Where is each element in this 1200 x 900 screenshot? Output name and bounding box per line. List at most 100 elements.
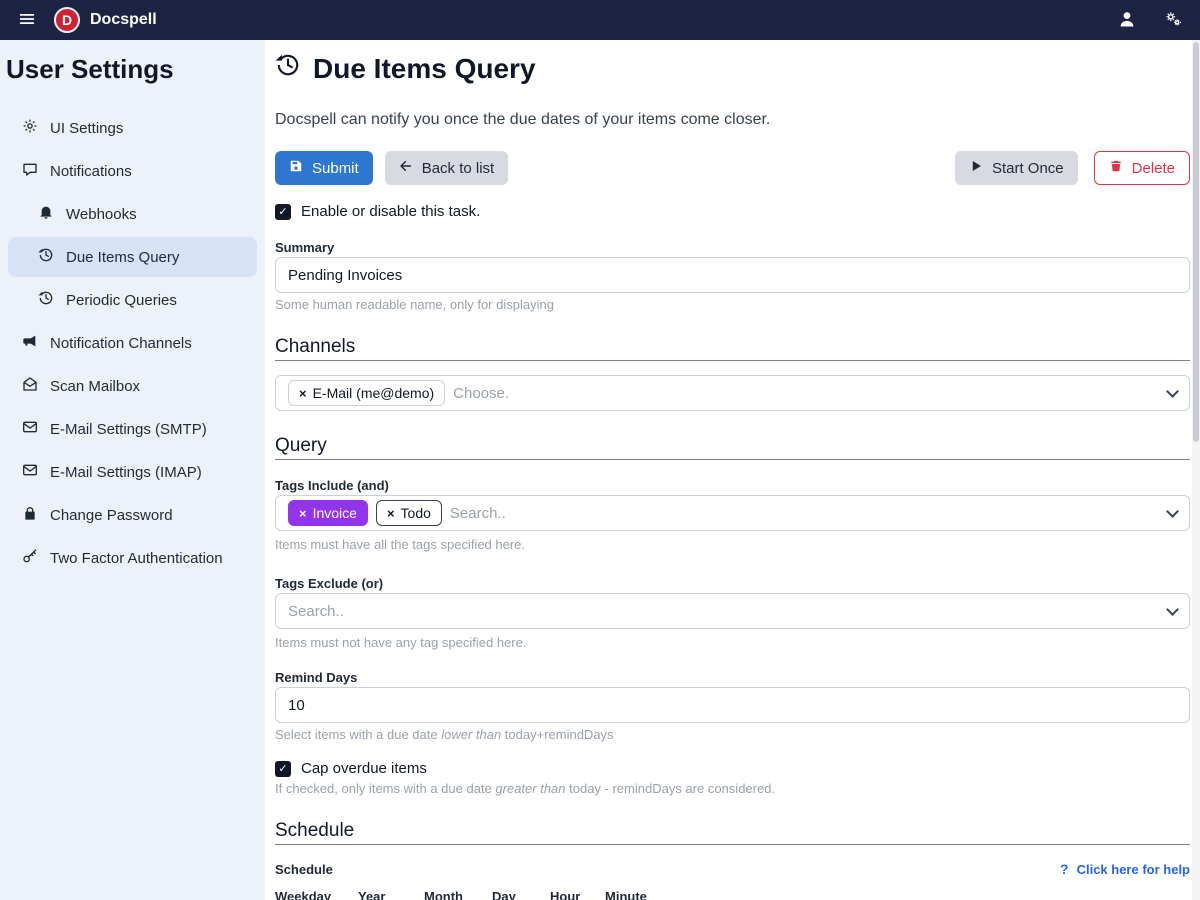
gear-icon [22, 118, 38, 138]
query-heading: Query [275, 435, 1190, 460]
scrollbar-thumb[interactable] [1193, 42, 1199, 442]
sidebar-item-email-settings-smtp[interactable]: E-Mail Settings (SMTP) [8, 409, 257, 449]
history-icon [38, 290, 54, 310]
summary-input[interactable] [275, 257, 1190, 293]
column-header-minute: Minute [605, 889, 665, 900]
hamburger-menu-button[interactable] [14, 6, 40, 35]
submit-button[interactable]: Submit [275, 151, 373, 185]
remove-icon[interactable] [299, 507, 307, 520]
channels-heading: Channels [275, 336, 1190, 361]
tag-chip-todo[interactable]: Todo [376, 500, 442, 526]
history-icon [38, 247, 54, 267]
column-header-hour: Hour [550, 889, 605, 900]
summary-label: Summary [275, 240, 1190, 255]
trash-icon [1109, 159, 1123, 177]
chevron-down-icon [1166, 603, 1179, 616]
hamburger-icon [18, 10, 36, 31]
column-header-weekday: Weekday [275, 889, 358, 900]
delete-button[interactable]: Delete [1094, 151, 1190, 185]
sidebar-item-webhooks[interactable]: Webhooks [8, 194, 257, 234]
sidebar-item-change-password[interactable]: Change Password [8, 495, 257, 535]
tags-exclude-placeholder: Search.. [288, 603, 344, 620]
sidebar-item-label: UI Settings [50, 120, 123, 137]
schedule-label-row: Schedule ? Click here for help [275, 861, 1190, 877]
remind-days-input[interactable] [275, 687, 1190, 723]
remove-icon[interactable] [299, 387, 307, 400]
tags-include-label: Tags Include (and) [275, 478, 1190, 493]
channel-chip-email[interactable]: E-Mail (me@demo) [288, 380, 445, 406]
sidebar-item-notifications[interactable]: Notifications [8, 151, 257, 191]
tags-include-placeholder: Search.. [450, 505, 506, 522]
tags-include-select[interactable]: Invoice Todo Search.. [275, 495, 1190, 531]
tags-include-help: Items must have all the tags specified h… [275, 537, 1190, 552]
tags-exclude-label: Tags Exclude (or) [275, 576, 1190, 591]
sidebar-item-due-items-query[interactable]: Due Items Query [8, 237, 257, 277]
page-title: Due Items Query [275, 52, 1190, 85]
sidebar-item-ui-settings[interactable]: UI Settings [8, 108, 257, 148]
schedule-help-link[interactable]: ? Click here for help [1060, 861, 1190, 877]
channels-placeholder: Choose. [453, 385, 509, 402]
start-once-button[interactable]: Start Once [955, 151, 1078, 185]
arrow-left-icon [399, 159, 413, 177]
chevron-down-icon [1166, 385, 1179, 398]
play-icon [969, 159, 983, 177]
bell-icon [38, 204, 54, 224]
sidebar-item-label: Notification Channels [50, 335, 192, 352]
sidebar-title: User Settings [0, 40, 265, 105]
tags-exclude-select[interactable]: Search.. [275, 593, 1190, 629]
remind-days-help: Select items with a due date lower than … [275, 727, 1190, 742]
sidebar-item-periodic-queries[interactable]: Periodic Queries [8, 280, 257, 320]
cap-overdue-label: Cap overdue items [301, 760, 427, 777]
sidebar-item-label: E-Mail Settings (SMTP) [50, 421, 207, 438]
sidebar-item-label: Two Factor Authentication [50, 550, 223, 567]
cap-overdue-row: Cap overdue items [275, 760, 1190, 777]
scrollbar[interactable] [1192, 40, 1200, 900]
sidebar-item-label: Webhooks [66, 206, 137, 223]
enable-task-row: Enable or disable this task. [275, 203, 1190, 220]
schedule-heading: Schedule [275, 820, 1190, 845]
sidebar-item-scan-mailbox[interactable]: Scan Mailbox [8, 366, 257, 406]
page-title-text: Due Items Query [313, 53, 536, 85]
envelope-icon [22, 462, 38, 482]
toolbar: Submit Back to list Start Once Delete [275, 151, 1190, 185]
app-brand[interactable]: Docspell [54, 7, 157, 33]
user-menu-button[interactable] [1114, 6, 1140, 35]
topbar: Docspell [0, 0, 1200, 40]
save-icon [289, 159, 303, 177]
page-description: Docspell can notify you once the due dat… [275, 111, 1190, 129]
sidebar-item-label: Notifications [50, 163, 132, 180]
channels-select[interactable]: E-Mail (me@demo) Choose. [275, 375, 1190, 411]
mail-open-icon [22, 376, 38, 396]
cap-overdue-checkbox[interactable] [275, 761, 291, 777]
lock-icon [22, 505, 38, 525]
docspell-logo-icon [54, 7, 80, 33]
gears-icon [1164, 10, 1182, 31]
chevron-down-icon [1166, 505, 1179, 518]
sidebar-item-label: Scan Mailbox [50, 378, 140, 395]
sidebar-item-email-settings-imap[interactable]: E-Mail Settings (IMAP) [8, 452, 257, 492]
remove-icon[interactable] [387, 507, 395, 520]
bullhorn-icon [22, 333, 38, 353]
back-to-list-button[interactable]: Back to list [385, 151, 509, 185]
schedule-column-headers: Weekday Year Month Day Hour Minute [275, 889, 1190, 900]
key-icon [22, 548, 38, 568]
history-icon [275, 52, 301, 85]
sidebar: User Settings UI Settings Notifications … [0, 40, 265, 900]
tags-exclude-help: Items must not have any tag specified he… [275, 635, 1190, 650]
sidebar-item-two-factor-authentication[interactable]: Two Factor Authentication [8, 538, 257, 578]
schedule-label: Schedule [275, 862, 333, 877]
enable-task-checkbox[interactable] [275, 204, 291, 220]
sidebar-item-label: Due Items Query [66, 249, 179, 266]
remind-days-label: Remind Days [275, 670, 1190, 685]
cap-overdue-help: If checked, only items with a due date g… [275, 781, 1190, 796]
question-icon: ? [1060, 861, 1069, 877]
sidebar-item-label: Periodic Queries [66, 292, 177, 309]
sidebar-item-label: Change Password [50, 507, 173, 524]
settings-menu-button[interactable] [1160, 6, 1186, 35]
column-header-year: Year [358, 889, 424, 900]
envelope-icon [22, 419, 38, 439]
user-icon [1118, 10, 1136, 31]
tag-chip-invoice[interactable]: Invoice [288, 500, 368, 526]
sidebar-item-notification-channels[interactable]: Notification Channels [8, 323, 257, 363]
app-window: Docspell User Settings UI Settings Not [0, 0, 1200, 900]
